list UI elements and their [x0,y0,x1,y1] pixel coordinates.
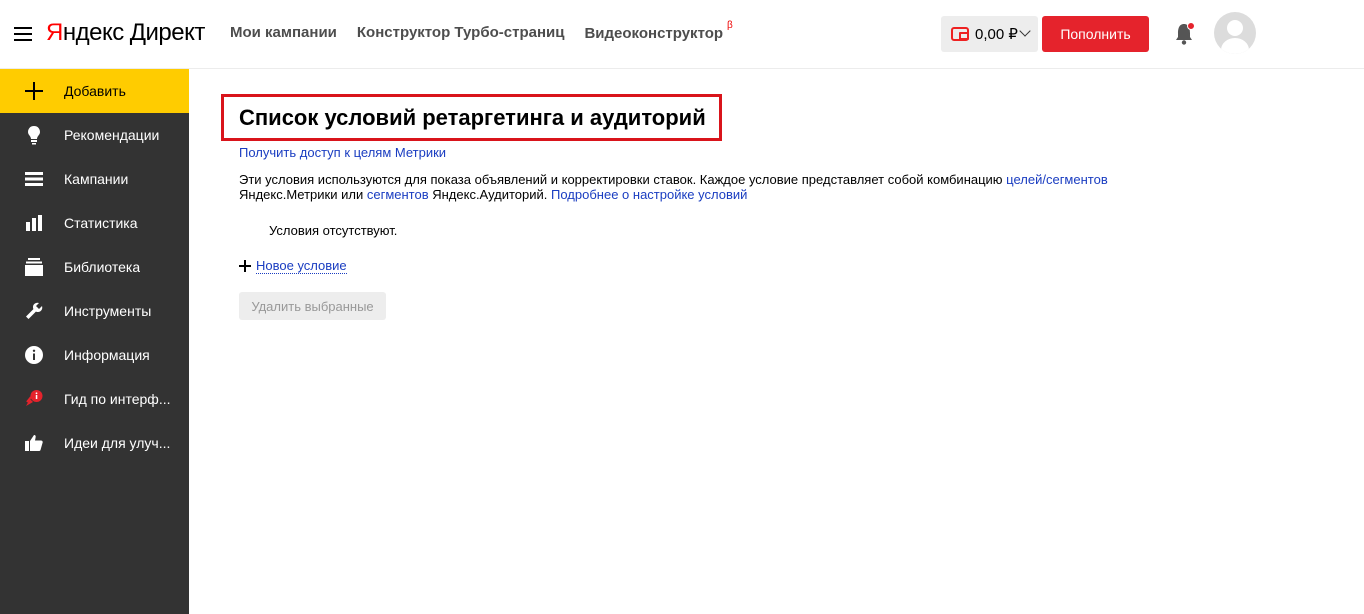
delete-selected-button[interactable]: Удалить выбранные [239,292,386,320]
avatar[interactable] [1214,12,1256,54]
sidebar-item-label: Кампании [64,171,129,187]
sidebar-item-label: Инструменты [64,303,152,319]
chevron-down-icon [1019,25,1031,37]
sidebar-item-label: Информация [64,347,150,363]
sidebar-item-label: Добавить [64,83,126,99]
info-icon [24,345,44,365]
wallet-icon [951,27,969,41]
sidebar-item-guide[interactable]: Гид по интерф... [0,377,189,421]
segments-link[interactable]: сегментов [367,187,429,202]
nav-turbo-constructor[interactable]: Конструктор Турбо-страниц [357,24,565,42]
sidebar-item-label: Библиотека [64,259,141,275]
logo-brand: Яндекс [46,19,124,46]
description-text: Эти условия используются для показа объя… [239,172,1007,187]
new-condition-label: Новое условие [256,258,347,274]
sidebar-item-statistics[interactable]: Статистика [0,201,189,245]
notification-dot [1187,22,1195,30]
description-text: Яндекс.Метрики или [239,187,367,202]
balance-value: 0,00 ₽ [975,26,1018,43]
thumbs-up-icon [24,433,44,453]
sidebar-item-label: Гид по интерф... [64,391,171,407]
description-text: Яндекс.Аудиторий. [428,187,552,202]
top-header: Яндекс Директ Мои кампании Конструктор Ту… [0,0,1364,69]
beta-badge: β [727,20,733,31]
sidebar-item-ideas[interactable]: Идеи для улуч... [0,421,189,465]
goals-segments-link[interactable]: целей/сегментов [1006,172,1108,187]
sidebar-item-add[interactable]: Добавить [0,69,189,113]
guide-icon [24,389,44,409]
sidebar-item-campaigns[interactable]: Кампании [0,157,189,201]
sidebar-item-label: Идеи для улуч... [64,435,171,451]
logo-product: Директ [129,19,206,46]
settings-details-link[interactable]: Подробнее о настройке условий [551,187,747,202]
bell-icon[interactable] [1174,22,1195,46]
sidebar-item-library[interactable]: Библиотека [0,245,189,289]
plus-icon [239,260,251,272]
menu-icon[interactable] [14,27,32,41]
topup-button[interactable]: Пополнить [1042,16,1149,52]
lightbulb-icon [24,125,44,145]
plus-icon [24,81,44,101]
page-title: Список условий ретаргетинга и аудиторий [239,105,706,130]
description: Эти условия используются для показа объя… [239,172,1139,202]
wrench-icon [24,301,44,321]
sidebar-item-label: Рекомендации [64,127,160,143]
sidebar: Добавить Рекомендации Кампании Статистик… [0,69,189,614]
new-condition-link[interactable]: Новое условие [239,258,347,274]
nav-video-constructor-label: Видеоконструктор [584,25,724,42]
list-icon [24,169,44,189]
sidebar-item-label: Статистика [64,215,138,231]
balance-dropdown[interactable]: 0,00 ₽ [941,16,1038,52]
library-icon [24,257,44,277]
metrika-access-link[interactable]: Получить доступ к целям Метрики [239,145,446,160]
bar-chart-icon [24,213,44,233]
nav-my-campaigns[interactable]: Мои кампании [230,24,337,42]
sidebar-item-recommendations[interactable]: Рекомендации [0,113,189,157]
sidebar-item-tools[interactable]: Инструменты [0,289,189,333]
logo[interactable]: Яндекс Директ [46,19,205,47]
nav-video-constructor[interactable]: Видеоконструктор β [584,20,732,42]
empty-state-text: Условия отсутствуют. [269,223,398,238]
sidebar-item-information[interactable]: Информация [0,333,189,377]
top-nav: Мои кампании Конструктор Турбо-страниц В… [230,20,753,42]
